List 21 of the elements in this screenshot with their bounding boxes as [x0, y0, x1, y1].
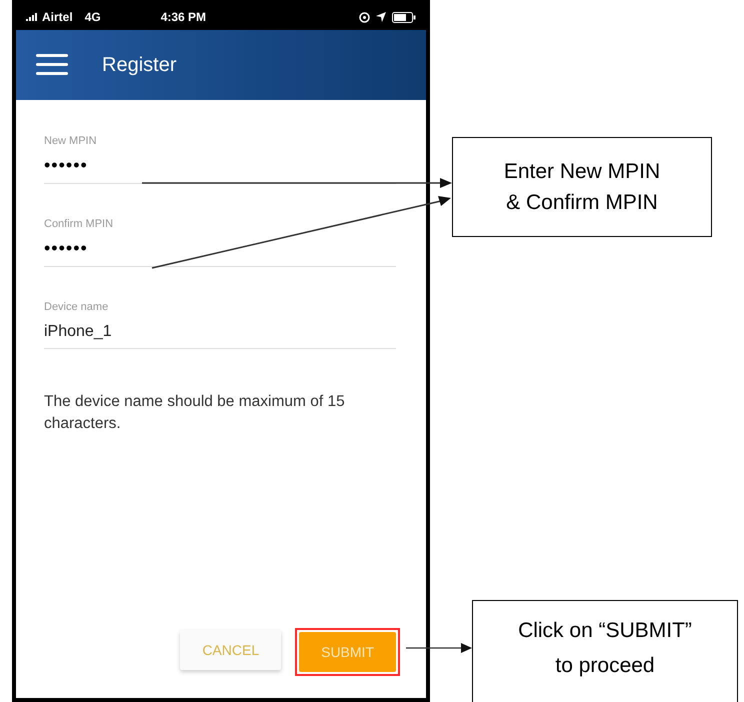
signal-icon: [26, 13, 40, 21]
arrow: [406, 643, 472, 653]
lock-rotation-icon: [359, 12, 370, 22]
input-field[interactable]: ••••••: [44, 237, 396, 267]
time-text: 4:36 PM: [160, 9, 206, 26]
menu-icon[interactable]: [36, 54, 68, 76]
input-field[interactable]: ••••••: [44, 154, 396, 184]
network-text: 4G: [84, 9, 101, 26]
field-label: Confirm MPIN: [44, 217, 114, 231]
callout-text: & Confirm MPIN: [506, 190, 658, 216]
battery-icon: [392, 12, 416, 22]
field-label: New MPIN: [44, 134, 98, 148]
hint-text: The device name should be maximum of 15 characters.: [44, 392, 346, 434]
input-field[interactable]: iPhone_1: [44, 320, 396, 349]
callout-text: Click on “SUBMIT”: [518, 618, 692, 644]
carrier-text: Airtel: [42, 9, 73, 26]
callout-text: Enter New MPIN: [504, 159, 660, 185]
screen-title: Register: [102, 53, 176, 78]
callout-text: to proceed: [555, 653, 655, 679]
location-icon: [376, 12, 386, 22]
field-label: Device name: [44, 300, 110, 314]
